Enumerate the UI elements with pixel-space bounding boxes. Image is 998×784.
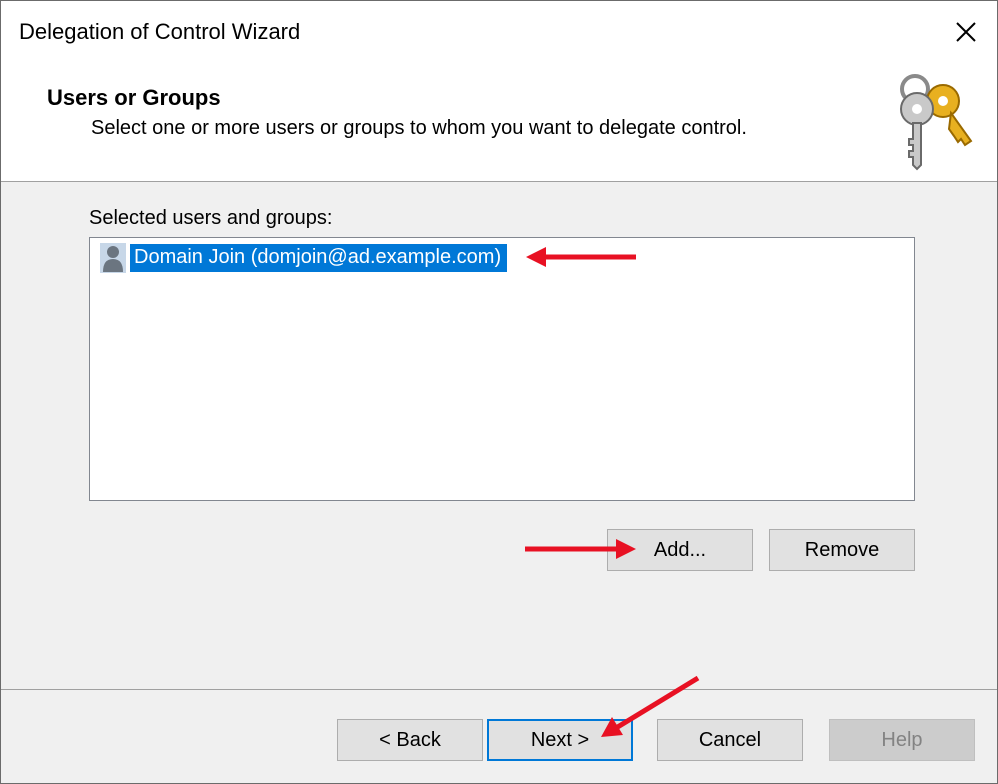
footer-divider — [1, 689, 997, 690]
back-button[interactable]: < Back — [337, 719, 483, 761]
close-icon — [956, 22, 976, 42]
page-subtitle: Select one or more users or groups to wh… — [91, 117, 747, 139]
wizard-window: Delegation of Control Wizard Users or Gr… — [0, 0, 998, 784]
page-title: Users or Groups — [47, 85, 221, 110]
selected-users-list[interactable]: Domain Join (domjoin@ad.example.com) — [89, 237, 915, 501]
next-button[interactable]: Next > — [487, 719, 633, 761]
cancel-button[interactable]: Cancel — [657, 719, 803, 761]
add-button[interactable]: Add... — [607, 529, 753, 571]
list-label: Selected users and groups: — [89, 207, 333, 229]
close-button[interactable] — [935, 1, 997, 63]
keys-icon — [900, 74, 973, 171]
user-icon — [100, 243, 126, 273]
list-item[interactable]: Domain Join (domjoin@ad.example.com) — [100, 242, 508, 274]
wizard-header: Users or Groups Select one or more users… — [1, 63, 997, 182]
list-item-label: Domain Join (domjoin@ad.example.com) — [130, 244, 508, 272]
help-button: Help — [829, 719, 975, 761]
title-bar: Delegation of Control Wizard — [1, 1, 997, 63]
remove-button[interactable]: Remove — [769, 529, 915, 571]
window-title: Delegation of Control Wizard — [19, 19, 301, 44]
